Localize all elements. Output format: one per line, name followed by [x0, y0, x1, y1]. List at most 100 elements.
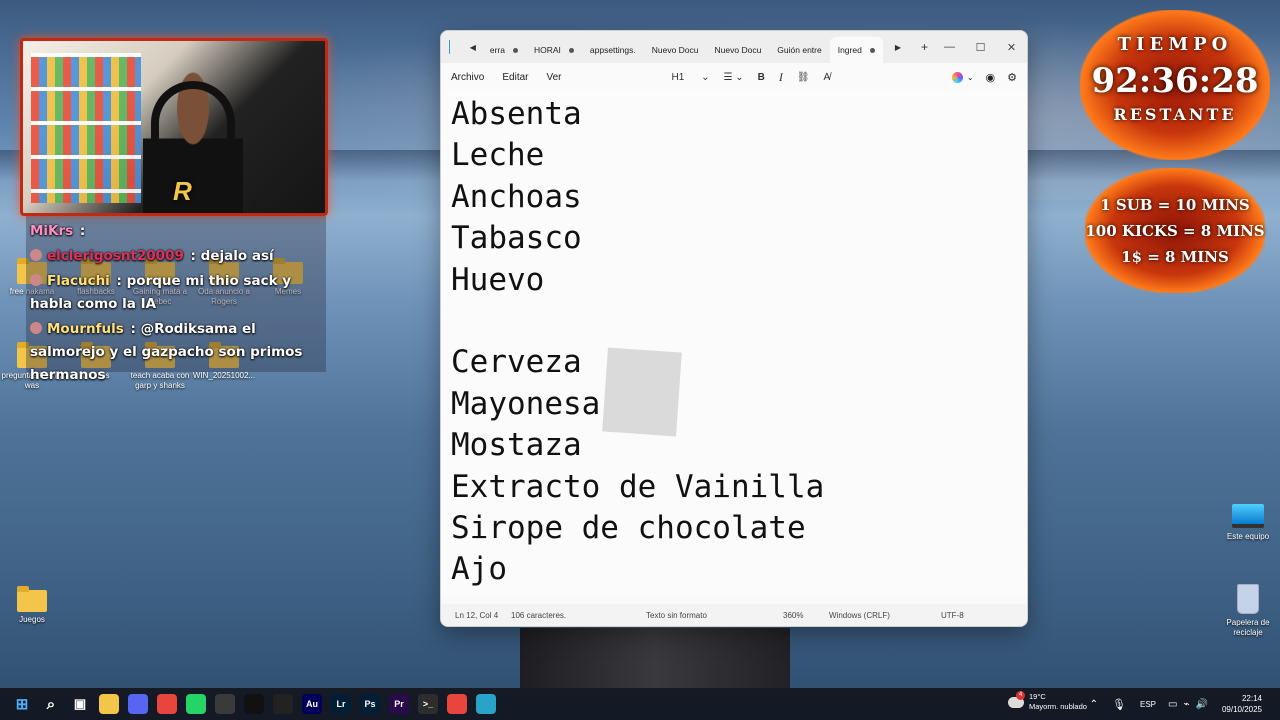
desktop-icon-este-equipo[interactable]: Este equipo — [1216, 504, 1280, 542]
copilot-chevron-icon[interactable]: ⌄ — [967, 73, 974, 82]
desktop-icon-papelera[interactable]: Papelera de reciclaje — [1216, 584, 1280, 638]
tab-scroll-left-icon[interactable]: ◀ — [464, 43, 482, 52]
task-view-icon[interactable]: ▣ — [70, 694, 90, 714]
text-line: Huevo — [451, 261, 545, 298]
text-line: Tabasco — [451, 220, 582, 257]
tab-label: appsettings. — [589, 45, 636, 55]
tab-guion[interactable]: Guión entre — [769, 37, 829, 63]
settings-gear-icon[interactable]: ⚙ — [1007, 71, 1017, 84]
chat-separator: : — [75, 223, 86, 239]
close-icon[interactable]: ✕ — [996, 41, 1027, 54]
italic-icon[interactable]: I — [779, 70, 783, 85]
floating-ghost-image — [602, 347, 682, 437]
windows-start-icon[interactable]: ⊞ — [12, 694, 32, 714]
webcam-overlay: R — [20, 38, 328, 216]
search-icon[interactable]: ⌕ — [41, 694, 61, 714]
user-avatar-icon — [30, 249, 42, 261]
maximize-icon[interactable]: ☐ — [965, 41, 996, 54]
chat-separator: : — [185, 248, 201, 264]
copilot-icon[interactable] — [951, 71, 963, 83]
lightroom-icon[interactable]: Lr — [331, 694, 351, 714]
tab-ingred[interactable]: Ingred — [829, 37, 883, 63]
terminal-icon[interactable]: >_ — [418, 694, 438, 714]
menu-ver[interactable]: Ver — [546, 72, 561, 83]
tray-chevron-icon[interactable]: ⌃ — [1090, 699, 1098, 710]
heading-dropdown[interactable]: H1 ⌄ — [672, 72, 710, 83]
clock-time: 22:14 — [1241, 694, 1262, 703]
text-line: Absenta — [451, 96, 582, 132]
notepad-statusbar: Ln 12, Col 4 106 caracteres. Texto sin f… — [441, 604, 1027, 626]
file-explorer-icon[interactable] — [99, 694, 119, 714]
tab-erra[interactable]: erra — [482, 37, 526, 63]
weather-desc: Mayorm. nublado — [1029, 702, 1087, 711]
chat-message: MiKrs : — [30, 220, 322, 243]
list-dropdown-icon[interactable]: ☰ ⌄ — [723, 72, 743, 83]
tab-label: HORAI — [533, 45, 561, 55]
heading-label: H1 — [671, 71, 685, 83]
tiktok-icon[interactable] — [244, 694, 264, 714]
window-controls: — ☐ ✕ — [934, 41, 1027, 54]
unsaved-dot-icon — [512, 47, 518, 53]
chat-message: elclerigosnt20009 : dejalo así — [30, 245, 322, 268]
text-line: Sirope de chocolate — [451, 509, 806, 546]
status-zoom[interactable]: 360% — [783, 611, 803, 620]
status-line-ending[interactable]: Windows (CRLF) — [829, 611, 890, 620]
new-tab-icon[interactable]: + — [915, 40, 934, 54]
timer-value: 92:36:28 — [1091, 61, 1259, 101]
channel-logo-icon: R — [173, 176, 192, 206]
tab-nuevo-doc-1[interactable]: Nuevo Docu — [644, 37, 707, 63]
tab-nuevo-doc-2[interactable]: Nuevo Docu — [707, 37, 770, 63]
link-icon[interactable]: ⛓ — [797, 72, 810, 83]
notepad-icon[interactable] — [476, 694, 496, 714]
obs-icon[interactable] — [215, 694, 235, 714]
whatsapp-icon[interactable] — [186, 694, 206, 714]
notepad-icon — [449, 40, 450, 54]
account-icon[interactable]: ◉ — [986, 71, 996, 84]
notepad-editor[interactable]: Absenta Leche Anchoas Tabasco Huevo Cerv… — [441, 91, 1027, 597]
clock-date: 09/10/2025 — [1221, 705, 1262, 714]
menu-editar[interactable]: Editar — [502, 72, 528, 83]
notepad-titlebar: ◀ erra HORAI appsettings. Nuevo Docu Nue… — [441, 31, 1027, 63]
photoshop-icon[interactable]: Ps — [360, 694, 380, 714]
audition-icon[interactable]: Au — [302, 694, 322, 714]
language-indicator[interactable]: ESP — [1140, 700, 1156, 709]
folder-icon — [17, 586, 47, 612]
status-chars: 106 caracteres. — [511, 610, 567, 620]
timer-label-top: TIEMPO — [1117, 34, 1233, 55]
monitor-icon[interactable]: ▭ — [1168, 699, 1177, 710]
desktop-icon-label: Juegos — [19, 615, 45, 624]
taskbar-apps: ⊞ ⌕ ▣ Au Lr Ps Pr >_ — [3, 694, 496, 714]
subathon-rates: 1 SUB = 10 MINS 100 KICKS = 8 MINS 1$ = … — [1085, 168, 1265, 293]
desktop-icon-juegos[interactable]: Juegos — [0, 586, 64, 625]
clear-format-icon[interactable]: A̸ — [824, 72, 831, 83]
chat-username: elclerigosnt20009 — [47, 248, 184, 264]
microphone-icon[interactable]: 🎙 — [1112, 698, 1126, 711]
capcut-icon[interactable] — [273, 694, 293, 714]
premiere-icon[interactable]: Pr — [389, 694, 409, 714]
bold-icon[interactable]: B — [758, 72, 765, 83]
chat-username: Mournfuls — [47, 321, 124, 337]
tab-appsettings[interactable]: appsettings. — [582, 37, 644, 63]
tab-label: erra — [489, 45, 505, 55]
chat-separator: : — [111, 273, 127, 289]
subathon-timer: TIEMPO 92:36:28 RESTANTE — [1080, 10, 1270, 160]
weather-badge: 4 — [1016, 690, 1025, 700]
discord-icon[interactable] — [128, 694, 148, 714]
status-position: Ln 12, Col 4 — [455, 610, 499, 620]
minimize-icon[interactable]: — — [934, 41, 965, 54]
menu-archivo[interactable]: Archivo — [451, 72, 484, 83]
notepad-menubar: Archivo Editar Ver H1 ⌄ ☰ ⌄ B I ⛓ A̸ ⌄ ◉… — [441, 63, 1027, 91]
tab-horai[interactable]: HORAI — [526, 37, 582, 63]
text-line: Cerveza — [451, 344, 582, 381]
chrome-icon[interactable] — [157, 694, 177, 714]
user-avatar-icon — [30, 274, 42, 286]
status-encoding[interactable]: UTF-8 — [941, 611, 964, 620]
chrome-profile-icon[interactable] — [447, 694, 467, 714]
weather-widget[interactable]: 4 19°C Mayorm. nublado — [1008, 690, 1087, 712]
status-format[interactable]: Texto sin formato — [646, 611, 707, 620]
tab-scroll-right-icon[interactable]: ▶ — [889, 43, 907, 52]
network-icon[interactable]: ⌁ — [1183, 699, 1189, 710]
clock[interactable]: 22:14 09/10/2025 — [1222, 693, 1262, 715]
chat-separator: : — [125, 321, 141, 337]
volume-icon[interactable]: 🔊 — [1196, 699, 1208, 710]
